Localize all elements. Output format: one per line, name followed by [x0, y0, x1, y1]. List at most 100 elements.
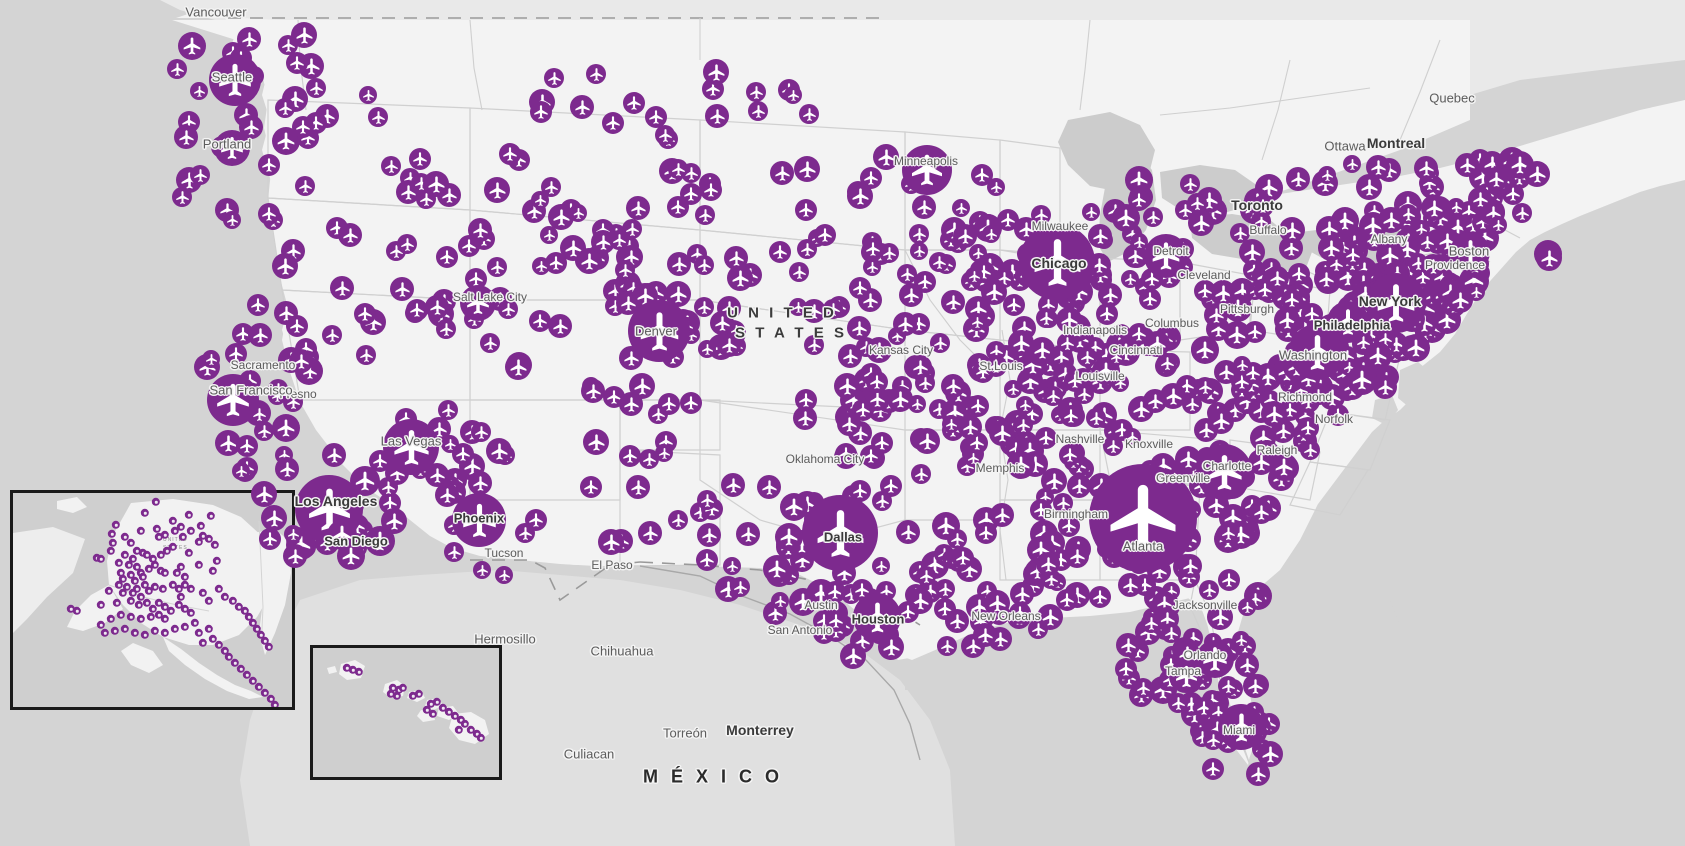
airport-marker[interactable]	[794, 156, 820, 182]
airport-marker[interactable]	[1218, 676, 1238, 696]
airport-marker[interactable]	[1207, 604, 1233, 630]
airport-marker[interactable]	[880, 475, 902, 497]
airport-marker[interactable]	[945, 609, 969, 633]
airport-marker[interactable]	[1115, 658, 1137, 680]
airport-marker[interactable]	[680, 183, 702, 205]
airport-marker[interactable]	[981, 279, 1007, 305]
airport-marker[interactable]	[626, 475, 650, 499]
airport-marker[interactable]	[1489, 216, 1507, 234]
airport-marker[interactable]	[581, 379, 605, 403]
airport-marker[interactable]	[1103, 436, 1123, 456]
airport-marker[interactable]	[1089, 586, 1111, 608]
airport-marker[interactable]	[397, 234, 417, 254]
airport-marker[interactable]	[1230, 223, 1250, 243]
airport-marker[interactable]	[1356, 174, 1382, 200]
airport-marker[interactable]	[202, 350, 220, 368]
airport-marker[interactable]	[338, 223, 362, 247]
airport-marker[interactable]	[1065, 544, 1089, 568]
airport-marker[interactable]	[541, 177, 561, 197]
airport-marker[interactable]	[965, 267, 983, 285]
airport-marker[interactable]	[615, 260, 635, 280]
airport-marker[interactable]	[1243, 674, 1267, 698]
airport-marker[interactable]	[435, 483, 459, 507]
airport-marker[interactable]	[330, 276, 354, 300]
airport-marker[interactable]	[1143, 389, 1167, 413]
airport-marker[interactable]	[847, 183, 873, 209]
airport-marker[interactable]	[598, 529, 624, 555]
airport-marker[interactable]	[655, 125, 675, 145]
airport-marker[interactable]	[1143, 207, 1163, 227]
airport-marker[interactable]	[710, 311, 734, 335]
airport-marker[interactable]	[259, 528, 281, 550]
airport-marker[interactable]	[495, 566, 513, 584]
airport-hub-marker-las-vegas[interactable]	[383, 419, 439, 475]
airport-marker[interactable]	[935, 579, 955, 599]
airport-marker[interactable]	[789, 262, 809, 282]
airport-marker[interactable]	[668, 510, 688, 530]
airport-hub-marker-miami[interactable]	[1218, 704, 1264, 750]
airport-marker[interactable]	[1086, 408, 1106, 428]
airport-marker[interactable]	[1343, 155, 1361, 173]
airport-hub-marker-chicago[interactable]	[1019, 224, 1095, 300]
airport-marker[interactable]	[258, 203, 280, 225]
airport-marker[interactable]	[289, 349, 313, 373]
airport-marker[interactable]	[261, 505, 287, 531]
airport-marker[interactable]	[1319, 384, 1345, 410]
airport-marker[interactable]	[697, 490, 717, 510]
airport-marker[interactable]	[952, 547, 974, 569]
airport-marker[interactable]	[583, 429, 609, 455]
airport-marker[interactable]	[254, 421, 274, 441]
airport-marker[interactable]	[893, 312, 917, 336]
airport-marker[interactable]	[667, 252, 691, 276]
airport-marker[interactable]	[1421, 254, 1445, 278]
airport-marker[interactable]	[174, 125, 198, 149]
airport-marker[interactable]	[1279, 217, 1305, 243]
airport-marker[interactable]	[1067, 474, 1091, 498]
airport-marker[interactable]	[223, 211, 241, 229]
airport-marker[interactable]	[270, 700, 280, 707]
airport-marker[interactable]	[987, 178, 1005, 196]
airport-marker[interactable]	[795, 199, 817, 221]
airport-marker[interactable]	[1077, 347, 1097, 367]
airport-marker[interactable]	[1484, 167, 1508, 191]
airport-marker[interactable]	[251, 481, 277, 507]
airport-marker[interactable]	[306, 78, 326, 98]
airport-marker[interactable]	[866, 337, 892, 363]
airport-marker[interactable]	[1512, 203, 1532, 223]
airport-marker[interactable]	[1261, 401, 1287, 427]
airport-marker[interactable]	[964, 449, 982, 467]
airport-marker[interactable]	[1168, 693, 1188, 713]
airport-marker[interactable]	[770, 161, 794, 185]
airport-marker[interactable]	[1536, 245, 1562, 271]
airport-hub-marker-portland[interactable]	[214, 130, 250, 166]
airport-marker[interactable]	[1524, 161, 1550, 187]
airport-marker[interactable]	[356, 345, 376, 365]
hawaii-inset[interactable]	[310, 645, 502, 780]
airport-marker[interactable]	[1139, 288, 1161, 310]
airport-marker[interactable]	[1286, 167, 1310, 191]
airport-marker[interactable]	[941, 290, 965, 314]
airport-marker[interactable]	[1188, 210, 1214, 236]
airport-marker[interactable]	[1347, 365, 1377, 395]
airport-marker[interactable]	[423, 171, 449, 197]
airport-marker[interactable]	[780, 493, 808, 521]
airport-marker[interactable]	[1204, 303, 1228, 327]
airport-marker[interactable]	[458, 235, 480, 257]
airport-hub-marker-philadelphia[interactable]	[1327, 301, 1369, 343]
airport-marker[interactable]	[668, 159, 688, 179]
airport-marker[interactable]	[480, 333, 500, 353]
airport-marker[interactable]	[1010, 582, 1034, 606]
airport-marker[interactable]	[837, 412, 861, 436]
airport-marker[interactable]	[723, 557, 741, 575]
airport-marker[interactable]	[930, 333, 950, 353]
airport-marker[interactable]	[532, 257, 550, 275]
airport-marker[interactable]	[947, 529, 967, 549]
airport-marker[interactable]	[232, 462, 250, 480]
airport-marker[interactable]	[840, 643, 866, 669]
airport-marker[interactable]	[914, 428, 940, 454]
airport-marker[interactable]	[486, 438, 512, 464]
airport-marker[interactable]	[724, 246, 748, 270]
airport-marker[interactable]	[623, 92, 645, 114]
airport-marker[interactable]	[771, 592, 789, 610]
airport-marker[interactable]	[908, 395, 926, 413]
